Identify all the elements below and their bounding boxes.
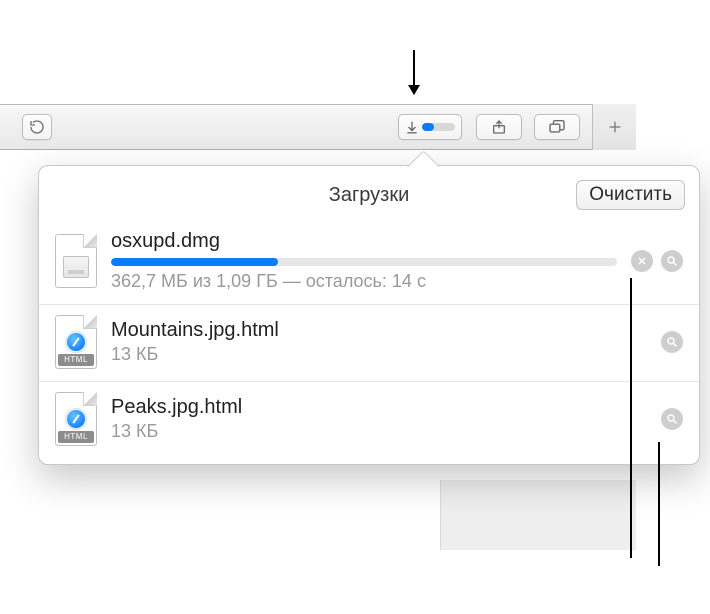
magnifier-icon [666,336,678,348]
download-status: 13 КБ [111,344,647,365]
download-status: 13 КБ [111,421,647,442]
download-item: HTML Peaks.jpg.html 13 КБ [39,381,699,458]
share-icon [491,119,507,135]
downloads-toolbar-progress [422,123,455,131]
callout-line-stop [630,278,632,558]
tabs-icon [548,120,566,134]
file-icon-html: HTML [55,392,97,446]
reveal-in-finder-button[interactable] [661,250,683,272]
download-status: 362,7 МБ из 1,09 ГБ — осталось: 14 с [111,271,617,292]
download-progress-fill [111,258,278,266]
magnifier-icon [666,413,678,425]
html-badge: HTML [58,431,94,443]
clear-downloads-button[interactable]: Очистить [576,180,685,210]
downloads-toolbar-progress-fill [422,123,434,131]
callout-arrow-downloads [413,50,415,94]
downloads-popover-header: Загрузки Очистить [39,180,699,220]
page-content-placeholder [440,480,636,550]
stop-download-button[interactable] [631,250,653,272]
downloads-toolbar-button[interactable] [398,114,462,140]
download-progress-bar [111,258,617,266]
reload-icon [29,119,45,135]
download-item: osxupd.dmg 362,7 МБ из 1,09 ГБ — осталос… [39,220,699,304]
callout-line-reveal [658,442,660,566]
file-icon-html: HTML [55,315,97,369]
download-filename: Peaks.jpg.html [111,396,647,419]
new-tab-button[interactable] [592,104,636,150]
tab-overview-button[interactable] [534,114,580,140]
download-filename: osxupd.dmg [111,230,617,253]
browser-toolbar [0,104,636,150]
file-icon-dmg [55,234,97,288]
downloads-popover: Загрузки Очистить osxupd.dmg 362,7 МБ из… [38,165,700,465]
reload-button[interactable] [22,114,52,140]
download-arrow-icon [405,119,419,135]
reveal-in-finder-button[interactable] [661,408,683,430]
plus-icon [607,119,623,135]
downloads-list: osxupd.dmg 362,7 МБ из 1,09 ГБ — осталос… [39,220,699,458]
download-item: HTML Mountains.jpg.html 13 КБ [39,304,699,381]
reveal-in-finder-button[interactable] [661,331,683,353]
magnifier-icon [666,255,678,267]
share-button[interactable] [476,114,522,140]
download-filename: Mountains.jpg.html [111,319,647,342]
html-badge: HTML [58,354,94,366]
close-icon [636,255,648,267]
